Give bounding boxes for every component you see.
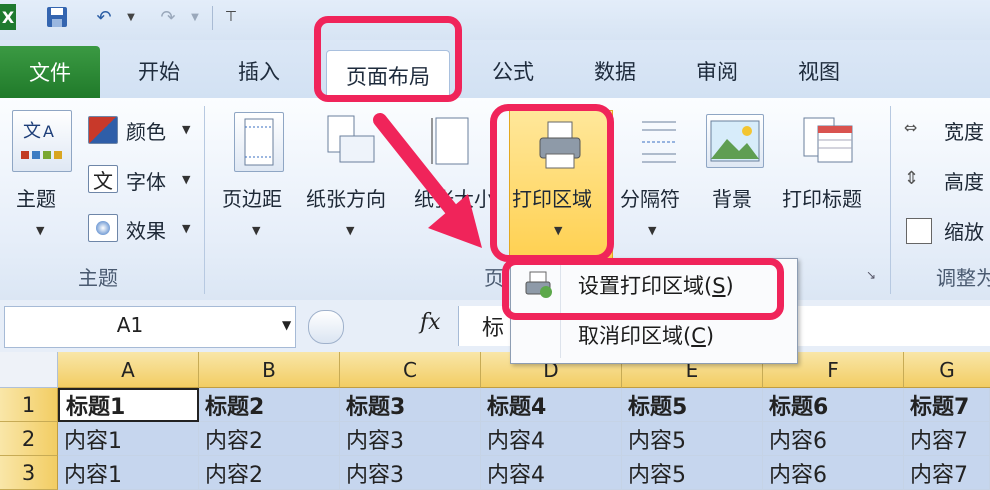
row-header[interactable]: 3 — [0, 456, 58, 490]
fonts-dropdown-icon[interactable]: ▼ — [182, 173, 190, 186]
table-cell[interactable]: 标题5 — [622, 388, 763, 422]
height-icon[interactable]: ⇕ — [904, 168, 934, 194]
table-cell[interactable]: 内容6 — [763, 456, 904, 490]
redo-icon[interactable]: ↷ — [154, 4, 182, 30]
page-setup-launcher-icon[interactable]: ↘ — [866, 268, 876, 282]
page-setup-group-label: 页 — [484, 266, 504, 290]
row-header[interactable]: 2 — [0, 422, 58, 456]
scale-icon[interactable] — [906, 218, 932, 244]
table-cell[interactable]: 内容2 — [199, 456, 340, 490]
breaks-icon[interactable] — [636, 114, 680, 168]
table-cell[interactable]: 标题7 — [904, 388, 990, 422]
theme-button-label[interactable]: 主题 — [16, 183, 56, 212]
annotation-highlight-button — [490, 104, 614, 262]
orientation-dropdown-icon[interactable]: ▼ — [346, 224, 354, 237]
effects-label[interactable]: 效果 — [126, 215, 166, 244]
toolbar-divider — [212, 6, 213, 30]
quick-access-toolbar: X ↶ ▼ ↷ ▼ ⊤ — [0, 0, 990, 40]
row-header[interactable]: 1 — [0, 388, 58, 422]
table-cell[interactable]: 标题2 — [199, 388, 340, 422]
tab-view[interactable]: 视图 — [778, 48, 860, 94]
breaks-dropdown-icon[interactable]: ▼ — [648, 224, 656, 237]
save-icon[interactable] — [40, 4, 74, 30]
margins-icon[interactable] — [234, 112, 284, 172]
table-cell[interactable]: 内容5 — [622, 422, 763, 456]
redo-dropdown-icon[interactable]: ▼ — [188, 4, 202, 30]
effects-dropdown-icon[interactable]: ▼ — [182, 222, 190, 235]
scale-group-label: 调整为 — [936, 266, 990, 290]
tab-home[interactable]: 开始 — [118, 48, 200, 94]
table-cell[interactable]: 内容1 — [58, 422, 199, 456]
table-cell[interactable]: 内容2 — [199, 422, 340, 456]
fonts-icon[interactable]: 文 — [88, 165, 118, 193]
excel-logo-icon[interactable]: X — [0, 4, 16, 30]
theme-group-label: 主题 — [78, 266, 118, 290]
fonts-label[interactable]: 字体 — [126, 166, 166, 195]
margins-dropdown-icon[interactable]: ▼ — [252, 224, 260, 237]
table-cell[interactable]: 标题4 — [481, 388, 622, 422]
annotation-highlight-menu-item — [502, 258, 784, 320]
cell-a1[interactable]: 标题1 — [58, 388, 199, 422]
table-cell[interactable]: 内容5 — [622, 456, 763, 490]
print-titles-icon[interactable] — [800, 112, 856, 168]
table-cell[interactable]: 内容6 — [763, 422, 904, 456]
svg-text:A: A — [43, 122, 54, 141]
theme-icon[interactable]: 文A — [12, 110, 72, 172]
effects-icon[interactable] — [88, 214, 118, 242]
table-cell[interactable]: 内容7 — [904, 456, 990, 490]
scale-label[interactable]: 缩放 — [944, 216, 984, 245]
menu-item-label: 取消印区域(C) — [578, 324, 715, 348]
select-all-corner[interactable] — [0, 352, 58, 388]
tab-review[interactable]: 审阅 — [676, 48, 758, 94]
column-header[interactable]: B — [199, 352, 340, 388]
tab-insert[interactable]: 插入 — [218, 48, 300, 94]
colors-icon[interactable] — [88, 116, 118, 144]
column-header[interactable]: A — [58, 352, 199, 388]
name-box-value: A1 — [116, 313, 144, 337]
width-icon[interactable]: ⇔ — [904, 118, 934, 144]
table-cell[interactable]: 标题3 — [340, 388, 481, 422]
undo-dropdown-icon[interactable]: ▼ — [124, 4, 138, 30]
background-label[interactable]: 背景 — [712, 183, 752, 212]
formula-bar-resize-handle[interactable] — [308, 310, 344, 344]
annotation-arrow-icon — [373, 113, 482, 248]
colors-label[interactable]: 颜色 — [126, 116, 166, 145]
margins-label[interactable]: 页边距 — [222, 183, 282, 212]
background-icon[interactable] — [706, 114, 764, 168]
breaks-label[interactable]: 分隔符 — [620, 183, 680, 212]
table-cell[interactable]: 内容1 — [58, 456, 199, 490]
width-label[interactable]: 宽度 — [944, 116, 984, 145]
tab-data[interactable]: 数据 — [574, 48, 656, 94]
fx-icon[interactable]: fx — [420, 310, 441, 335]
svg-text:文: 文 — [23, 121, 41, 142]
undo-icon[interactable]: ↶ — [90, 4, 118, 30]
height-label[interactable]: 高度 — [944, 166, 984, 195]
tab-formulas[interactable]: 公式 — [472, 48, 554, 94]
annotation-highlight-tab — [314, 16, 462, 102]
theme-dropdown-icon[interactable]: ▼ — [36, 224, 44, 237]
customize-toolbar-icon[interactable]: ⊤ — [220, 4, 242, 30]
table-cell[interactable]: 内容4 — [481, 422, 622, 456]
colors-dropdown-icon[interactable]: ▼ — [182, 123, 190, 136]
table-cell[interactable]: 内容4 — [481, 456, 622, 490]
orientation-icon[interactable] — [322, 112, 376, 170]
table-cell[interactable]: 内容3 — [340, 422, 481, 456]
formula-content: 标 — [482, 316, 505, 341]
table-cell[interactable]: 标题6 — [763, 388, 904, 422]
print-titles-label[interactable]: 打印标题 — [782, 183, 862, 212]
column-header[interactable]: G — [904, 352, 990, 388]
group-divider — [204, 106, 205, 294]
table-cell[interactable]: 内容7 — [904, 422, 990, 456]
tab-file[interactable]: 文件 — [0, 46, 100, 98]
group-divider — [890, 106, 891, 294]
table-cell[interactable]: 内容3 — [340, 456, 481, 490]
column-header[interactable]: C — [340, 352, 481, 388]
name-box-dropdown-icon[interactable]: ▼ — [282, 318, 291, 332]
